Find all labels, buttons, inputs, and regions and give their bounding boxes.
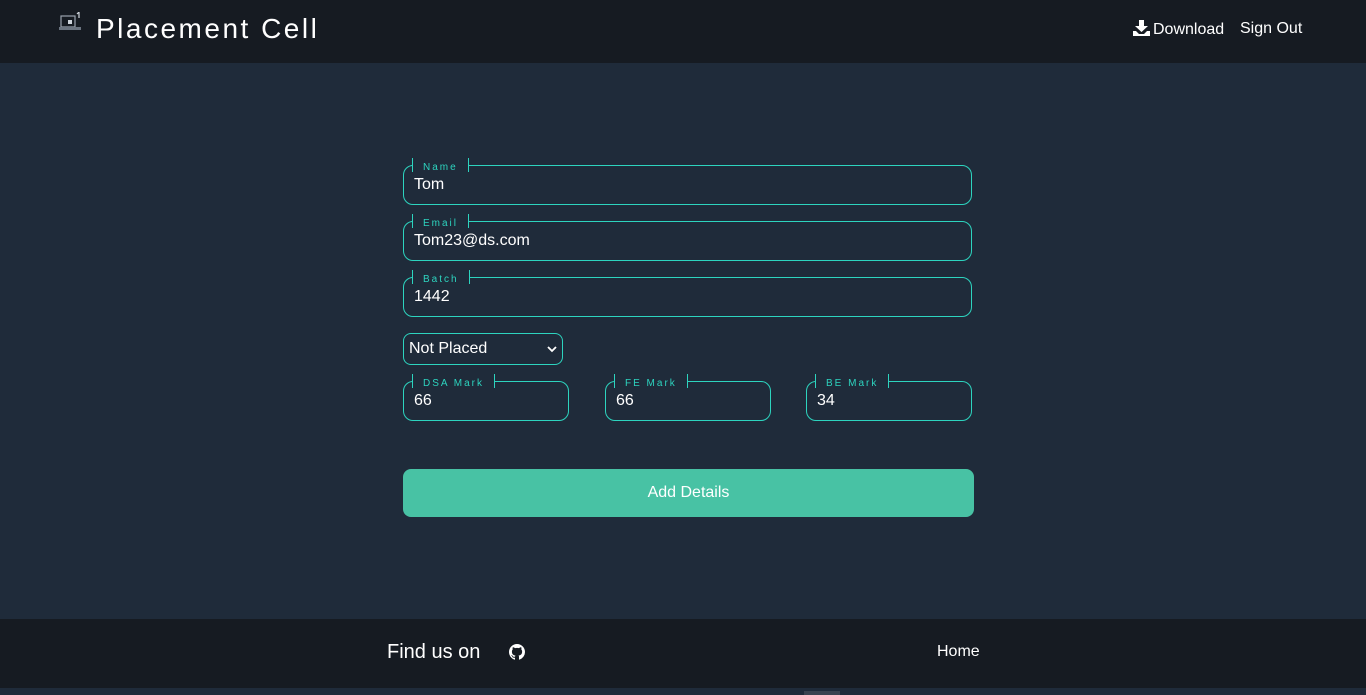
name-legend: Name <box>412 158 469 173</box>
email-label: Email <box>423 218 459 229</box>
be-mark-field: BE Mark <box>806 374 972 421</box>
fe-label: FE Mark <box>625 378 677 389</box>
top-navbar: Placement Cell Download Sign Out <box>0 0 1366 63</box>
be-legend: BE Mark <box>815 374 890 389</box>
home-link[interactable]: Home <box>937 643 980 661</box>
email-input[interactable] <box>414 231 961 251</box>
be-label: BE Mark <box>826 378 879 389</box>
batch-input[interactable] <box>414 287 961 307</box>
sign-out-link[interactable]: Sign Out <box>1240 20 1302 38</box>
name-field: Name <box>403 158 972 205</box>
batch-label: Batch <box>423 274 459 285</box>
download-label: Download <box>1153 21 1225 38</box>
fe-legend: FE Mark <box>614 374 688 389</box>
github-icon[interactable] <box>509 644 525 660</box>
email-field: Email <box>403 214 972 261</box>
dsa-mark-field: DSA Mark <box>403 374 569 421</box>
fe-mark-field: FE Mark <box>605 374 771 421</box>
bottom-strip <box>0 688 1366 695</box>
download-link[interactable]: Download <box>1133 20 1224 39</box>
placement-status-select[interactable]: Not Placed <box>403 333 563 365</box>
dsa-label: DSA Mark <box>423 378 485 389</box>
dsa-mark-input[interactable] <box>414 391 558 411</box>
name-input[interactable] <box>414 175 961 195</box>
status-value: Not Placed <box>409 340 488 357</box>
footer <box>0 619 1366 688</box>
name-label: Name <box>423 162 458 173</box>
batch-legend: Batch <box>412 270 470 285</box>
brand-title[interactable]: Placement Cell <box>96 13 319 45</box>
dsa-legend: DSA Mark <box>412 374 496 389</box>
be-mark-input[interactable] <box>817 391 961 411</box>
email-legend: Email <box>412 214 470 229</box>
find-us-text: Find us on <box>387 641 481 663</box>
download-icon <box>1133 20 1150 36</box>
batch-field: Batch <box>403 270 972 317</box>
chevron-down-icon <box>547 346 557 353</box>
scrollbar-thumb[interactable] <box>804 691 840 695</box>
fe-mark-input[interactable] <box>616 391 760 411</box>
laptop-icon <box>59 12 81 30</box>
add-details-button[interactable]: Add Details <box>403 469 974 517</box>
